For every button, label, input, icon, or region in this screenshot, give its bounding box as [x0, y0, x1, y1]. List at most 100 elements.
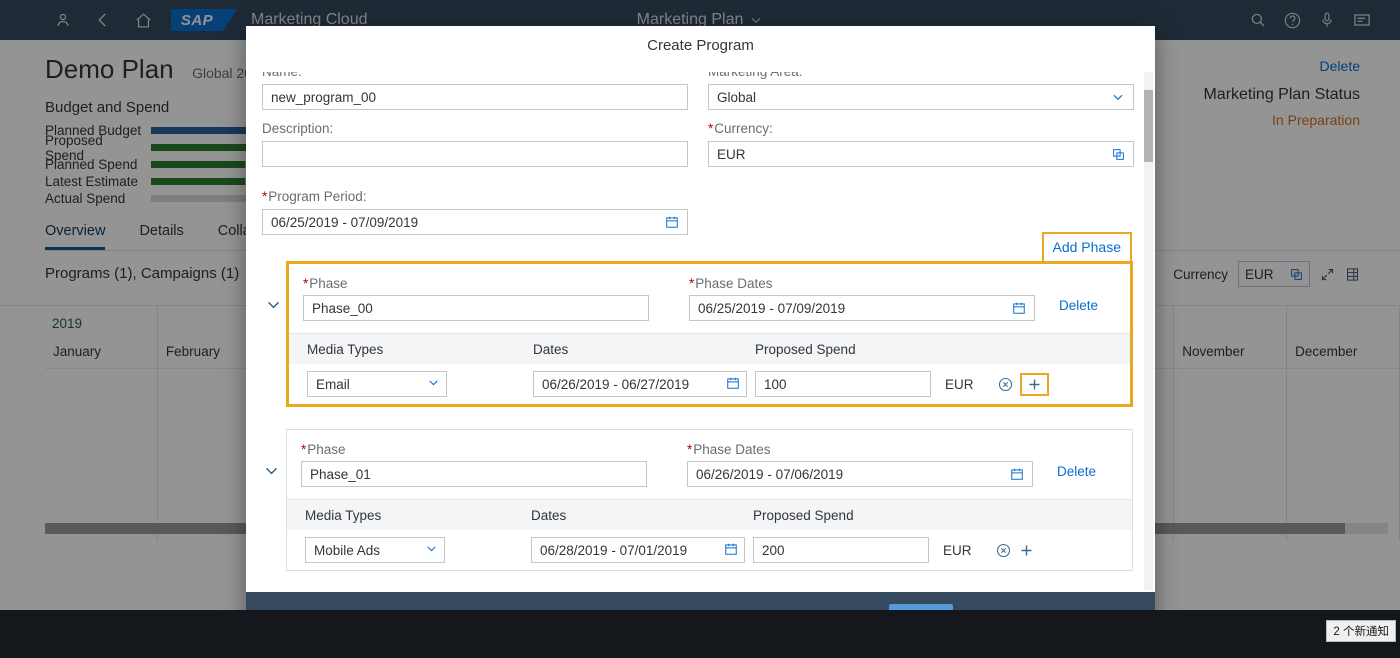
- chevron-down-icon[interactable]: [1111, 90, 1125, 104]
- calendar-icon[interactable]: [1010, 467, 1024, 481]
- phase-name-group: *Phase Phase_00: [303, 276, 649, 321]
- row-spend-value: 100: [764, 376, 787, 392]
- calendar-icon[interactable]: [724, 542, 738, 559]
- currency-input-value: EUR: [717, 146, 746, 162]
- calendar-icon[interactable]: [665, 215, 679, 229]
- marketing-area-select[interactable]: Global: [708, 84, 1134, 110]
- row-spend-value: 200: [762, 542, 785, 558]
- row-spend-cell: 100: [755, 371, 945, 397]
- os-taskbar: [0, 610, 1400, 658]
- phase-name-label-text: Phase: [309, 276, 348, 291]
- program-period-field-group: *Program Period: 06/25/2019 - 07/09/2019: [262, 189, 688, 235]
- phase-collapse-chevron-icon[interactable]: [263, 462, 280, 479]
- currency-input[interactable]: EUR: [708, 141, 1134, 167]
- phase-card: *Phase Phase_00 *Phase Dates 06/25/2019 …: [268, 261, 1133, 407]
- dialog-body[interactable]: Name: new_program_00 Marketing Area: Glo…: [246, 64, 1155, 592]
- row-dates-input[interactable]: 06/28/2019 - 07/01/2019: [531, 537, 745, 563]
- row-spend-cell: 200: [753, 537, 943, 563]
- phase-delete-link[interactable]: Delete: [1057, 464, 1096, 479]
- phase-name-input[interactable]: Phase_00: [303, 295, 649, 321]
- create-program-dialog: Create Program Name: new_program_00 Mark…: [246, 26, 1155, 640]
- phase-header: *Phase Phase_00 *Phase Dates 06/25/2019 …: [289, 264, 1130, 333]
- row-dates-value: 06/28/2019 - 07/01/2019: [540, 542, 688, 558]
- row-dates-value: 06/26/2019 - 06/27/2019: [542, 376, 690, 392]
- required-marker: *: [687, 442, 693, 457]
- phase-header: *Phase Phase_01 *Phase Dates 06/26/2019 …: [287, 430, 1132, 499]
- column-header-proposed-spend: Proposed Spend: [753, 507, 854, 523]
- column-header-dates: Dates: [531, 507, 567, 523]
- media-types-table: Media Types Dates Proposed Spend Mobile …: [287, 499, 1132, 570]
- remove-circle-icon[interactable]: [997, 376, 1014, 393]
- row-spend-input[interactable]: 200: [753, 537, 929, 563]
- phase-collapse-chevron-icon[interactable]: [265, 296, 282, 313]
- row-currency-label: EUR: [943, 542, 972, 558]
- media-type-cell: Mobile Ads: [305, 537, 531, 563]
- calendar-icon[interactable]: [726, 376, 740, 393]
- dialog-scrollbar-thumb[interactable]: [1144, 90, 1153, 162]
- row-dates-input[interactable]: 06/26/2019 - 06/27/2019: [533, 371, 747, 397]
- phase-delete-link[interactable]: Delete: [1059, 298, 1098, 313]
- phase-name-label: *Phase: [303, 276, 649, 291]
- row-spend-input[interactable]: 100: [755, 371, 931, 397]
- media-types-table: Media Types Dates Proposed Spend Email 0…: [289, 333, 1130, 404]
- column-header-media-types: Media Types: [307, 341, 384, 357]
- phase-name-label: *Phase: [301, 442, 647, 457]
- required-marker: *: [689, 276, 695, 291]
- row-actions: [995, 542, 1035, 559]
- program-period-label: *Program Period:: [262, 189, 688, 205]
- column-header-media-types: Media Types: [305, 507, 382, 523]
- phase-dates-label: *Phase Dates: [687, 442, 1033, 457]
- chevron-down-icon[interactable]: [427, 376, 440, 392]
- add-phase-button[interactable]: Add Phase: [1053, 239, 1122, 255]
- currency-label: *Currency:: [708, 121, 1134, 137]
- name-input-value: new_program_00: [271, 89, 377, 105]
- phase-dates-group: *Phase Dates 06/25/2019 - 07/09/2019: [689, 276, 1035, 321]
- phase-card: *Phase Phase_01 *Phase Dates 06/26/2019 …: [266, 429, 1133, 571]
- add-phase-group: [708, 189, 1134, 235]
- row-actions: [997, 372, 1049, 396]
- phase-dates-label-text: Phase Dates: [693, 442, 771, 457]
- required-marker: *: [303, 276, 309, 291]
- description-label: Description:: [262, 121, 334, 136]
- description-field-group: Description:: [262, 121, 688, 167]
- media-type-value: Email: [316, 376, 350, 392]
- phase-name-input[interactable]: Phase_01: [301, 461, 647, 487]
- phase-dates-label: *Phase Dates: [689, 276, 1035, 291]
- dialog-scroll-clip: [246, 64, 1155, 72]
- media-table-header: Media Types Dates Proposed Spend: [287, 500, 1132, 530]
- phase-dates-input[interactable]: 06/26/2019 - 07/06/2019: [687, 461, 1033, 487]
- phase-dates-value: 06/25/2019 - 07/09/2019: [698, 300, 846, 316]
- phase-name-group: *Phase Phase_01: [301, 442, 647, 487]
- dialog-title: Create Program: [246, 26, 1155, 64]
- screen: SAP Marketing Cloud Marketing Plan Demo …: [0, 0, 1400, 658]
- description-input[interactable]: [262, 141, 688, 167]
- phase-dates-label-text: Phase Dates: [695, 276, 773, 291]
- calendar-icon[interactable]: [1012, 301, 1026, 315]
- add-row-highlight: [1020, 372, 1049, 396]
- add-icon[interactable]: [1026, 376, 1043, 393]
- row-dates-cell: 06/26/2019 - 06/27/2019: [533, 371, 755, 397]
- required-marker: *: [262, 189, 268, 204]
- remove-circle-icon[interactable]: [995, 542, 1012, 559]
- phase-dates-value: 06/26/2019 - 07/06/2019: [696, 466, 844, 482]
- chevron-down-icon[interactable]: [425, 542, 438, 558]
- add-phase-highlight: Add Phase: [1041, 232, 1132, 264]
- add-icon[interactable]: [1018, 542, 1035, 559]
- media-table-header: Media Types Dates Proposed Spend: [289, 334, 1130, 364]
- currency-label-text: Currency:: [714, 121, 773, 136]
- media-type-select[interactable]: Email: [307, 371, 447, 397]
- column-header-dates: Dates: [533, 341, 569, 357]
- media-type-cell: Email: [307, 371, 533, 397]
- value-help-icon[interactable]: [1112, 148, 1125, 161]
- phase-name-value: Phase_01: [310, 466, 371, 482]
- program-period-label-text: Program Period:: [268, 189, 367, 204]
- media-type-select[interactable]: Mobile Ads: [305, 537, 445, 563]
- row-currency-label: EUR: [945, 376, 974, 392]
- media-type-value: Mobile Ads: [314, 542, 381, 558]
- phase-dates-input[interactable]: 06/25/2019 - 07/09/2019: [689, 295, 1035, 321]
- notification-toast[interactable]: 2 个新通知: [1326, 620, 1396, 642]
- phase-name-value: Phase_00: [312, 300, 373, 316]
- program-period-input[interactable]: 06/25/2019 - 07/09/2019: [262, 209, 688, 235]
- column-header-proposed-spend: Proposed Spend: [755, 341, 856, 357]
- name-input[interactable]: new_program_00: [262, 84, 688, 110]
